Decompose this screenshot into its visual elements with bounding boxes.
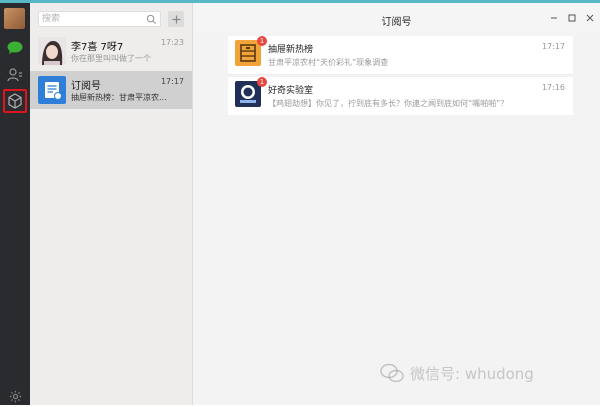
add-chat-button[interactable] (168, 11, 184, 27)
message-time: 17:17 (541, 42, 565, 51)
plus-icon (172, 15, 180, 23)
close-button[interactable] (584, 12, 596, 24)
watermark: 微信号: whudong (380, 360, 534, 386)
search-input[interactable] (42, 12, 142, 26)
navigation-rail (0, 3, 30, 405)
subscriptions-panel: 订阅号 1 抽屉新热榜 17:17 甘肃平凉农村“天价彩礼”现象调查 1 好奇实… (193, 3, 600, 405)
watermark-text: 微信号: whudong (410, 364, 534, 383)
account-name: 好奇实验室 (268, 86, 314, 96)
unread-badge: 1 (257, 77, 267, 87)
account-name: 抽屉新热榜 (268, 45, 314, 55)
contact-avatar (38, 37, 66, 65)
subscription-item[interactable]: 1 好奇实验室 17:16 【鸡翅劫想】你见了，拧到底有多长？你逮之闻到底如何“… (228, 77, 573, 115)
chat-item-subscriptions[interactable]: 订阅号 17:17 抽屉新热榜：甘肃平凉农... (30, 71, 192, 109)
subscriptions-icon[interactable] (3, 89, 27, 113)
minimize-button[interactable] (548, 12, 560, 24)
contacts-icon[interactable] (4, 64, 26, 86)
chat-icon[interactable] (4, 37, 26, 59)
panel-header: 订阅号 (193, 3, 600, 33)
chat-item-contact[interactable]: 李7喜 7呀7 17:23 你在那里叫叫做了一个 (30, 32, 192, 70)
unread-badge: 1 (257, 36, 267, 46)
wechat-logo-icon (380, 363, 404, 383)
search-icon (146, 14, 157, 25)
divider (228, 74, 573, 75)
chat-time: 17:23 (160, 38, 184, 47)
chat-preview: 抽屉新热榜：甘肃平凉农... (71, 93, 167, 102)
page-title: 订阅号 (381, 17, 412, 28)
chat-name: 李7喜 7呀7 (71, 42, 124, 53)
message-preview: 【鸡翅劫想】你见了，拧到底有多长？你逮之闻到底如何“嘴啪啪”？ (268, 99, 509, 108)
maximize-button[interactable] (566, 12, 578, 24)
chat-name: 订阅号 (71, 81, 101, 92)
chat-list-panel: 李7喜 7呀7 17:23 你在那里叫叫做了一个 订阅号 17:17 抽屉新热榜… (30, 3, 193, 405)
chat-time: 17:17 (160, 77, 184, 86)
maximize-icon (568, 14, 576, 22)
my-avatar[interactable] (4, 8, 25, 29)
settings-icon[interactable] (4, 385, 26, 407)
chat-preview: 你在那里叫叫做了一个 (71, 54, 151, 63)
message-preview: 甘肃平凉农村“天价彩礼”现象调查 (268, 58, 389, 67)
subscription-item[interactable]: 1 抽屉新热榜 17:17 甘肃平凉农村“天价彩礼”现象调查 (228, 36, 573, 74)
close-icon (586, 14, 594, 22)
message-time: 17:16 (541, 83, 565, 92)
search-box[interactable] (38, 11, 161, 27)
subscriptions-avatar (38, 76, 66, 104)
minimize-icon (551, 17, 557, 19)
